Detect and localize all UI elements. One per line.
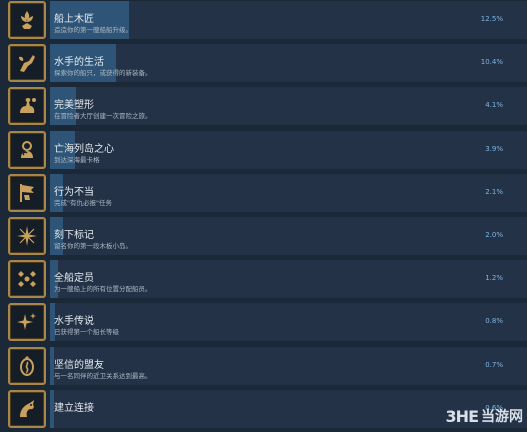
achievement-description: 为一艘船上的所有位置分配船员。 xyxy=(54,285,152,294)
achievement-title: 亡海列岛之心 xyxy=(54,143,114,155)
achievement-row[interactable]: 完美塑形 在冒险者大厅创建一次冒险之旅。 4.1% xyxy=(0,87,527,129)
achievement-panel: 完美塑形 在冒险者大厅创建一次冒险之旅。 4.1% xyxy=(50,87,527,126)
achievement-panel: 刻下标记 留名你的第一段木板小岛。 2.0% xyxy=(50,217,527,255)
achievement-description: 探索你的船只，或获得的新装备。 xyxy=(54,69,152,78)
unlock-percent: 0.7% xyxy=(485,360,503,369)
flag-hand-icon xyxy=(8,173,46,212)
achievement-row[interactable]: 全船定员 为一艘船上的所有位置分配船员。 1.2% xyxy=(0,260,527,302)
achievement-panel: 水手的生活 探索你的船只，或获得的新装备。 10.4% xyxy=(50,44,527,83)
unlock-percent: 3.9% xyxy=(485,144,503,153)
fist-leaf-icon xyxy=(8,44,46,83)
unlock-percent: 0.8% xyxy=(485,317,503,326)
achievement-row[interactable]: 刻下标记 留名你的第一段木板小岛。 2.0% xyxy=(0,217,527,259)
achievement-row[interactable]: 亡海列岛之心 到达深海最卡格 3.9% xyxy=(0,130,527,173)
achievement-title: 水手的生活 xyxy=(54,57,104,69)
achievement-row[interactable]: 水手的生活 探索你的船只，或获得的新装备。 10.4% xyxy=(0,44,527,86)
achievement-title: 船上木匠 xyxy=(54,14,94,25)
achievement-panel: 亡海列岛之心 到达深海最卡格 3.9% xyxy=(50,130,527,169)
achievement-title: 完美塑形 xyxy=(54,100,94,112)
watermark: 3HE 当游网 xyxy=(446,406,523,426)
unlock-percent: 4.1% xyxy=(485,101,503,110)
achievement-panel: 行为不当 完成"有仇必报"任务 2.1% xyxy=(50,173,527,212)
sparkle-icon xyxy=(8,303,46,342)
achievement-description: 留名你的第一段木板小岛。 xyxy=(54,242,132,250)
hand-plant-icon xyxy=(8,1,46,39)
achievement-title: 刻下标记 xyxy=(54,230,94,241)
unlock-percent: 10.4% xyxy=(480,58,503,67)
achievement-panel: 水手传说 已获得第一个船长等级 0.8% xyxy=(50,303,527,342)
achievement-title: 全船定员 xyxy=(54,273,94,285)
ship-wheel-icon xyxy=(8,130,46,169)
dragon-icon xyxy=(8,389,46,428)
crew-icon xyxy=(8,260,46,299)
achievement-row[interactable]: 坚信的盟友 与一名同伴的近卫关系达到最高。 0.7% xyxy=(0,346,527,389)
unlock-percent: 12.5% xyxy=(480,15,503,23)
achievement-title: 水手传说 xyxy=(54,316,94,328)
achievement-description: 造造你的第一艘船船升级。 xyxy=(54,26,132,34)
unlock-percent: 1.2% xyxy=(485,274,503,283)
achievement-title: 建立连接 xyxy=(54,402,94,414)
watermark-text: 当游网 xyxy=(481,409,523,425)
achievement-row[interactable]: 船上木匠 造造你的第一艘船船升级。 12.5% xyxy=(0,1,527,43)
star-compass-icon xyxy=(8,217,46,255)
achievement-title: 坚信的盟友 xyxy=(54,359,104,371)
achievement-description: 已获得第一个船长等级 xyxy=(54,328,119,337)
achievement-description: 与一名同伴的近卫关系达到最高。 xyxy=(54,371,152,380)
achievement-panel: 全船定员 为一艘船上的所有位置分配船员。 1.2% xyxy=(50,260,527,299)
achievement-row[interactable]: 水手传说 已获得第一个船长等级 0.8% xyxy=(0,303,527,345)
achievement-panel: 坚信的盟友 与一名同伴的近卫关系达到最高。 0.7% xyxy=(50,346,527,385)
achievement-description: 到达深海最卡格 xyxy=(54,155,100,164)
achievement-description: 在冒险者大厅创建一次冒险之旅。 xyxy=(54,112,152,121)
achievement-row[interactable]: 行为不当 完成"有仇必报"任务 2.1% xyxy=(0,173,527,216)
achievement-description: 完成"有仇必报"任务 xyxy=(54,198,112,207)
strong-arm-icon xyxy=(8,87,46,126)
unlock-percent: 2.0% xyxy=(485,231,503,239)
achievement-title: 行为不当 xyxy=(54,186,94,198)
watermark-logo: 3HE xyxy=(445,406,479,426)
medallion-icon xyxy=(8,346,46,385)
achievement-panel: 船上木匠 造造你的第一艘船船升级。 12.5% xyxy=(50,1,527,39)
unlock-percent: 2.1% xyxy=(485,187,503,196)
